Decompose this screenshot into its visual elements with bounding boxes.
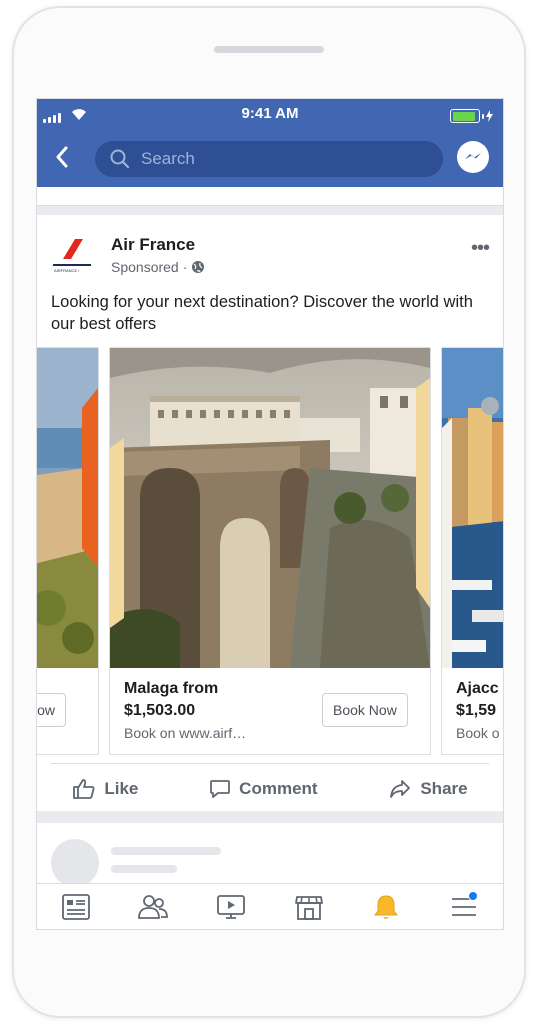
share-button[interactable]: Share <box>388 778 468 800</box>
search-placeholder: Search <box>141 149 195 168</box>
tab-menu[interactable] <box>444 887 484 927</box>
composer-strip <box>37 187 503 206</box>
app-header: 9:41 AM Search <box>37 99 503 187</box>
globe-icon <box>192 261 205 273</box>
book-now-button[interactable]: Book Now <box>322 693 408 727</box>
thumbs-up-icon <box>73 779 95 799</box>
airfrance-logo[interactable]: AIRFRANCE / <box>51 233 93 275</box>
card-title: Malaga from <box>124 680 219 697</box>
notifications-icon <box>374 895 399 919</box>
status-bar: 9:41 AM <box>37 99 503 133</box>
tab-marketplace[interactable] <box>289 887 329 927</box>
loading-post-placeholder <box>37 823 503 887</box>
share-label: Share <box>420 779 468 798</box>
post-message: Looking for your next destination? Disco… <box>51 293 473 333</box>
card-price: $1,503.00 <box>124 702 196 719</box>
more-options-button[interactable]: ••• <box>471 237 490 260</box>
comment-button[interactable]: Comment <box>209 778 318 800</box>
like-button[interactable]: Like <box>72 778 138 800</box>
sponsored-post: AIRFRANCE / Air France Sponsored · ••• L… <box>37 215 503 811</box>
friends-icon <box>138 895 169 919</box>
app-screen: 9:41 AM Search AIRFRANCE / Air France Sp… <box>36 98 504 930</box>
back-button[interactable] <box>55 143 77 171</box>
page-name[interactable]: Air France <box>111 235 195 255</box>
tab-friends[interactable] <box>133 887 173 927</box>
carousel-image-ajaccio <box>442 348 503 668</box>
tab-notifications[interactable] <box>366 887 406 927</box>
phone-speaker <box>214 46 324 53</box>
share-icon <box>390 780 411 798</box>
news-feed-icon <box>61 894 90 920</box>
messenger-button[interactable] <box>457 141 489 173</box>
carousel-card[interactable]: Now <box>37 347 99 755</box>
sponsored-label: Sponsored <box>111 259 179 275</box>
card-price: $1,59 <box>456 702 497 719</box>
like-label: Like <box>104 779 139 798</box>
carousel-image <box>37 348 98 668</box>
comment-icon <box>210 780 231 798</box>
carousel-image-malaga <box>110 348 430 668</box>
phone-frame: 9:41 AM Search AIRFRANCE / Air France Sp… <box>12 6 526 1018</box>
search-input[interactable]: Search <box>95 141 443 177</box>
post-meta: Sponsored · <box>111 259 205 275</box>
status-time: 9:41 AM <box>241 105 299 122</box>
tab-news-feed[interactable] <box>56 887 96 927</box>
card-title: Ajacc <box>456 680 499 697</box>
search-icon <box>110 149 130 169</box>
messenger-icon <box>465 153 481 159</box>
tab-watch[interactable] <box>211 887 251 927</box>
watch-icon <box>217 895 246 919</box>
bottom-tab-bar <box>37 883 503 929</box>
logo-caption: AIRFRANCE / <box>54 268 80 273</box>
carousel-card-ajaccio[interactable]: Ajacc $1,59 Book o <box>441 347 503 755</box>
book-now-button[interactable]: Now <box>37 693 67 727</box>
card-site: Book o <box>456 725 500 741</box>
marketplace-icon <box>294 896 323 920</box>
battery-icon <box>450 109 493 123</box>
placeholder-avatar <box>51 839 99 887</box>
post-actions: Like Comment Share <box>37 767 503 811</box>
comment-label: Comment <box>239 779 318 798</box>
placeholder-line <box>111 847 221 855</box>
meta-separator: · <box>182 259 188 275</box>
placeholder-line <box>111 865 177 873</box>
card-site: Book on www.airf… <box>124 725 247 741</box>
chevron-left-icon <box>56 146 68 168</box>
actions-divider <box>51 763 489 764</box>
carousel-card-malaga[interactable]: Malaga from $1,503.00 Book on www.airf… … <box>109 347 431 755</box>
